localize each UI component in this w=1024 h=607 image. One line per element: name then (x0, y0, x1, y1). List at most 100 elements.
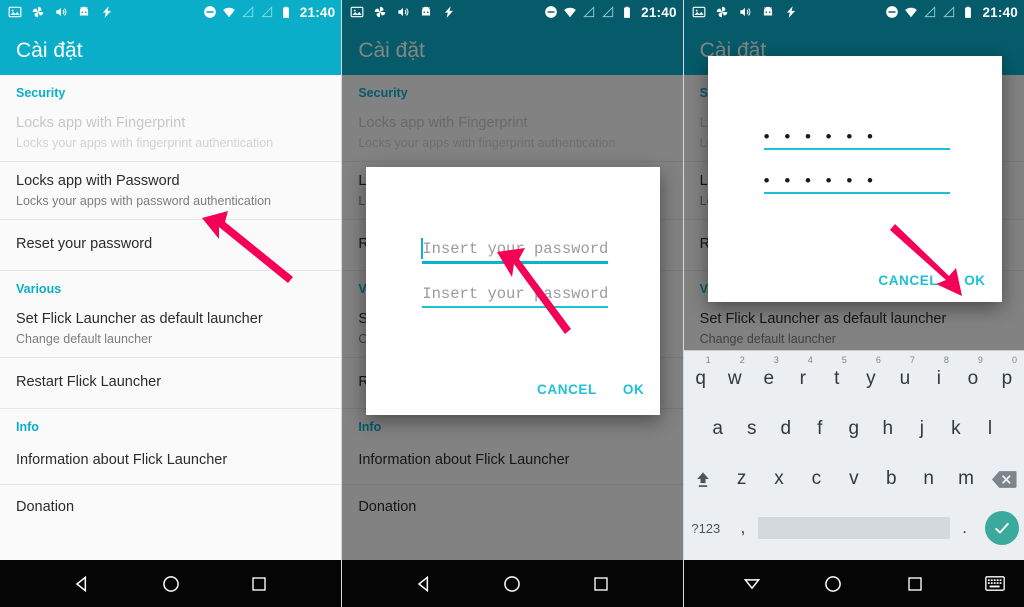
key-b[interactable]: b (873, 454, 910, 504)
comma-key[interactable]: , (728, 504, 758, 552)
key-f[interactable]: f (803, 404, 837, 454)
key-x[interactable]: x (760, 454, 797, 504)
list-item-donation[interactable]: Donation (0, 485, 341, 526)
key-t[interactable]: 5t (820, 353, 854, 404)
list-item-set-default-launcher[interactable]: Set Flick Launcher as default launcher C… (0, 300, 342, 358)
key-v-label: v (849, 468, 859, 489)
key-o-number: 9 (977, 355, 983, 365)
key-h[interactable]: h (871, 404, 905, 454)
back-triangle-icon[interactable] (409, 569, 439, 599)
key-d[interactable]: d (769, 404, 803, 454)
image-icon (692, 6, 706, 18)
check-icon[interactable] (980, 504, 1024, 552)
keyboard-row-2: a s d f g h j k l (684, 404, 1024, 454)
key-i-number: 8 (943, 355, 949, 365)
key-e-number: 3 (773, 355, 779, 365)
password-field-1-value: • • • • • • (763, 127, 878, 146)
key-n-label: n (923, 468, 934, 489)
key-r-number: 4 (807, 355, 813, 365)
key-k[interactable]: k (939, 404, 973, 454)
cancel-button[interactable]: CANCEL (878, 273, 938, 288)
key-g[interactable]: g (837, 404, 871, 454)
panel-3-filled-password-dialog-with-keyboard: Cài đặt Security Locks app with Fingerpr… (682, 0, 1024, 607)
dialog-actions: CANCEL OK (878, 273, 985, 288)
key-c[interactable]: c (798, 454, 835, 504)
volume-icon (56, 7, 67, 17)
navigation-bar[interactable] (342, 560, 683, 607)
password-field-2[interactable]: Insert your password (422, 282, 609, 308)
key-i[interactable]: 8i (922, 353, 956, 404)
list-item-subtitle: Locks your apps with fingerprint authent… (16, 136, 274, 150)
list-item-reset-password[interactable]: Reset your password (0, 220, 342, 271)
key-n[interactable]: n (910, 454, 947, 504)
field-underline (763, 148, 950, 150)
home-circle-icon[interactable] (497, 569, 527, 599)
onscreen-keyboard[interactable]: 1q 2w 3e 4r 5t 6y 7u 8i 9o 0p a s d f g … (683, 350, 1024, 560)
navigation-bar[interactable] (0, 560, 342, 607)
list-item-locks-app-password[interactable]: Locks app with Password Locks your apps … (0, 162, 342, 220)
key-m[interactable]: m (947, 454, 984, 504)
shift-icon[interactable] (684, 454, 723, 504)
key-o[interactable]: 9o (956, 353, 990, 404)
key-v[interactable]: v (835, 454, 872, 504)
list-item-information[interactable]: Information about Flick Launcher (0, 438, 342, 485)
key-l-label: l (987, 418, 993, 439)
do-not-disturb-icon (886, 6, 899, 18)
key-e[interactable]: 3e (752, 353, 786, 404)
key-u[interactable]: 7u (888, 353, 922, 404)
key-r-label: r (799, 367, 806, 389)
password-field-2[interactable]: • • • • • • (763, 168, 950, 194)
wifi-icon (905, 7, 918, 18)
key-p[interactable]: 0p (990, 353, 1024, 404)
home-circle-icon[interactable] (818, 569, 848, 599)
key-q[interactable]: 1q (684, 353, 718, 404)
space-key[interactable] (758, 504, 950, 552)
field-underline (422, 305, 609, 308)
cancel-button[interactable]: CANCEL (537, 382, 597, 397)
recents-square-icon[interactable] (244, 569, 274, 599)
key-y[interactable]: 6y (854, 353, 888, 404)
photos-pinwheel-icon (716, 6, 727, 18)
back-triangle-icon[interactable] (67, 569, 97, 599)
home-circle-icon[interactable] (156, 569, 186, 599)
status-bar-right-icons: 21:40 (885, 5, 1018, 20)
password-field-1[interactable]: Insert your password (421, 237, 609, 264)
navigation-bar[interactable] (683, 560, 1024, 607)
symbols-key[interactable]: ?123 (684, 504, 728, 552)
ok-button[interactable]: OK (623, 382, 644, 397)
key-w[interactable]: 2w (718, 353, 752, 404)
key-t-number: 5 (841, 355, 847, 365)
backspace-icon[interactable] (985, 454, 1024, 504)
dialog-fields: Insert your password Insert your passwor… (421, 237, 609, 326)
enter-button[interactable] (984, 511, 1019, 545)
list-item-restart-launcher[interactable]: Restart Flick Launcher (0, 358, 342, 409)
battery-full-icon (282, 6, 289, 18)
volume-icon (398, 7, 409, 17)
list-item-title: Locks app with Fingerprint (16, 115, 186, 131)
ok-button[interactable]: OK (964, 273, 985, 288)
section-header-various: Various (16, 282, 62, 296)
key-r[interactable]: 4r (786, 353, 820, 404)
key-l[interactable]: l (973, 404, 1007, 454)
keyboard-switch-icon[interactable] (980, 569, 1010, 599)
password-field-1[interactable]: • • • • • • (763, 124, 950, 150)
recents-square-icon[interactable] (900, 569, 930, 599)
status-bar: 21:40 (0, 0, 341, 24)
page-title: Cài đặt (16, 39, 83, 62)
key-a[interactable]: a (701, 404, 735, 454)
settings-list[interactable]: Security Locks app with Fingerprint Lock… (0, 75, 342, 560)
key-j[interactable]: j (905, 404, 939, 454)
dismiss-keyboard-down-triangle-icon[interactable] (737, 569, 767, 599)
period-key[interactable]: . (950, 504, 980, 552)
dialog-actions: CANCEL OK (537, 382, 644, 397)
list-item-locks-app-fingerprint[interactable]: Locks app with Fingerprint Locks your ap… (0, 104, 342, 162)
key-s[interactable]: s (735, 404, 769, 454)
status-bar-right-icons: 21:40 (544, 5, 677, 20)
key-m-label: m (958, 468, 974, 489)
list-item-subtitle: Locks your apps with password authentica… (16, 194, 272, 208)
wifi-icon (222, 7, 235, 18)
recents-square-icon[interactable] (586, 569, 616, 599)
key-z[interactable]: z (723, 454, 760, 504)
status-bar-left-icons (692, 5, 798, 19)
key-x-label: x (774, 468, 784, 489)
